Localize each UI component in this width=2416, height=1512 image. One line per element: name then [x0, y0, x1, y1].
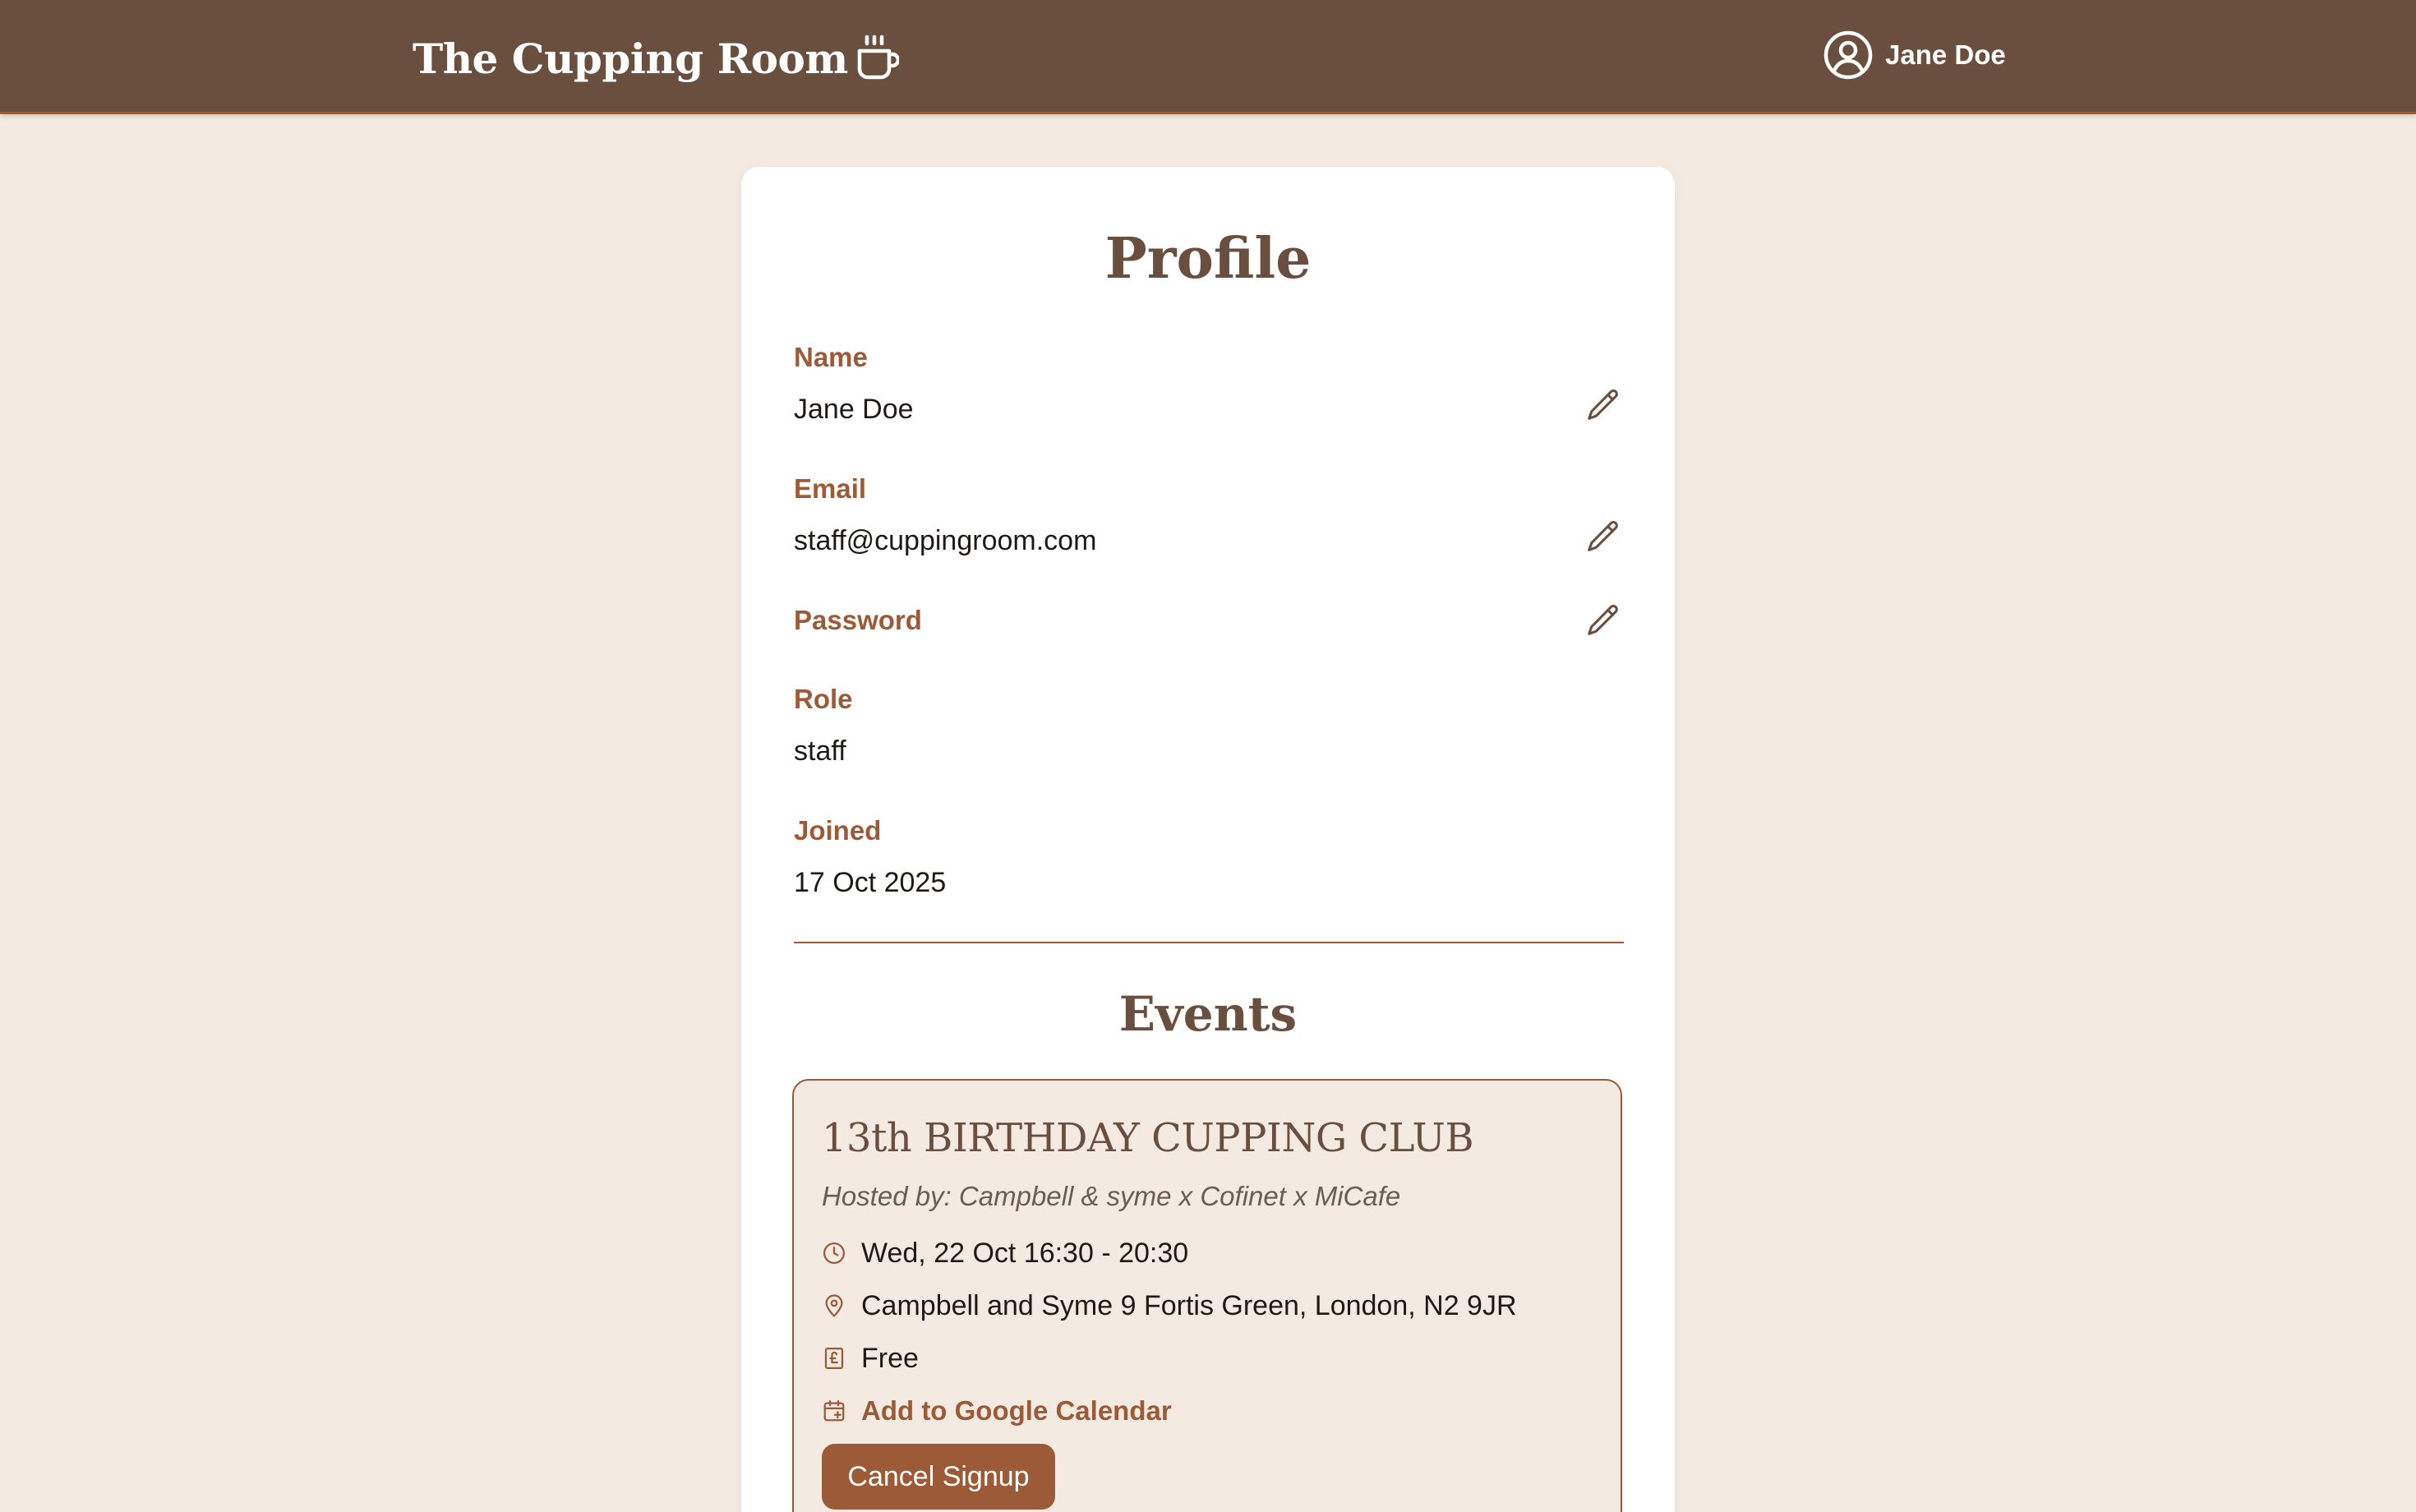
- map-pin-icon: [822, 1293, 846, 1318]
- role-label: Role: [794, 684, 853, 714]
- section-divider: [794, 942, 1624, 943]
- brand-name: The Cupping Room: [413, 34, 848, 83]
- coffee-cup-icon: [855, 35, 900, 82]
- edit-email-button[interactable]: [1583, 516, 1624, 557]
- top-navigation-bar: The Cupping Room Jane Doe: [0, 0, 2416, 114]
- user-circle-icon: [1823, 30, 1874, 81]
- calendar-plus-icon: [822, 1399, 846, 1423]
- edit-name-button[interactable]: [1583, 385, 1624, 426]
- page-title: Profile: [1104, 226, 1312, 292]
- joined-field: Joined 17 Oct 2025: [794, 814, 1624, 898]
- event-location-row: Campbell and Syme 9 Fortis Green, London…: [822, 1288, 1517, 1324]
- email-value: staff@cuppingroom.com: [794, 525, 1097, 556]
- pound-receipt-icon: [822, 1346, 846, 1371]
- event-host: Hosted by: Campbell & syme x Cofinet x M…: [822, 1181, 1401, 1211]
- events-heading: Events: [1118, 986, 1298, 1042]
- event-datetime: Wed, 22 Oct 16:30 - 20:30: [861, 1237, 1189, 1269]
- user-name: Jane Doe: [1885, 39, 2006, 70]
- joined-value: 17 Oct 2025: [794, 867, 947, 898]
- name-label: Name: [794, 342, 868, 372]
- role-value: staff: [794, 735, 846, 767]
- edit-password-button[interactable]: [1583, 600, 1624, 641]
- add-to-google-calendar-link[interactable]: Add to Google Calendar: [861, 1395, 1172, 1427]
- event-price-row: Free: [822, 1340, 919, 1376]
- event-location: Campbell and Syme 9 Fortis Green, London…: [861, 1289, 1517, 1321]
- pencil-icon: [1588, 521, 1618, 551]
- pencil-icon: [1588, 605, 1618, 635]
- joined-label: Joined: [794, 815, 882, 846]
- name-value: Jane Doe: [794, 394, 914, 425]
- password-label: Password: [794, 605, 922, 635]
- pencil-icon: [1588, 390, 1618, 420]
- user-menu-button[interactable]: Jane Doe: [1823, 30, 2006, 81]
- email-label: Email: [794, 473, 867, 504]
- event-datetime-row: Wed, 22 Oct 16:30 - 20:30: [822, 1235, 1188, 1271]
- event-price: Free: [861, 1342, 919, 1374]
- brand-logo-link[interactable]: The Cupping Room: [413, 30, 900, 87]
- email-field: Email staff@cuppingroom.com: [794, 472, 1624, 556]
- add-to-calendar-row[interactable]: Add to Google Calendar: [822, 1393, 1172, 1429]
- role-field: Role staff: [794, 683, 1624, 767]
- event-title: 13th BIRTHDAY CUPPING CLUB: [822, 1115, 1474, 1161]
- clock-icon: [822, 1241, 846, 1265]
- name-field: Name Jane Doe: [794, 341, 1624, 425]
- cancel-signup-button[interactable]: Cancel Signup: [822, 1444, 1055, 1510]
- password-field: Password: [794, 604, 1624, 637]
- event-card: 13th BIRTHDAY CUPPING CLUB Hosted by: Ca…: [792, 1079, 1622, 1512]
